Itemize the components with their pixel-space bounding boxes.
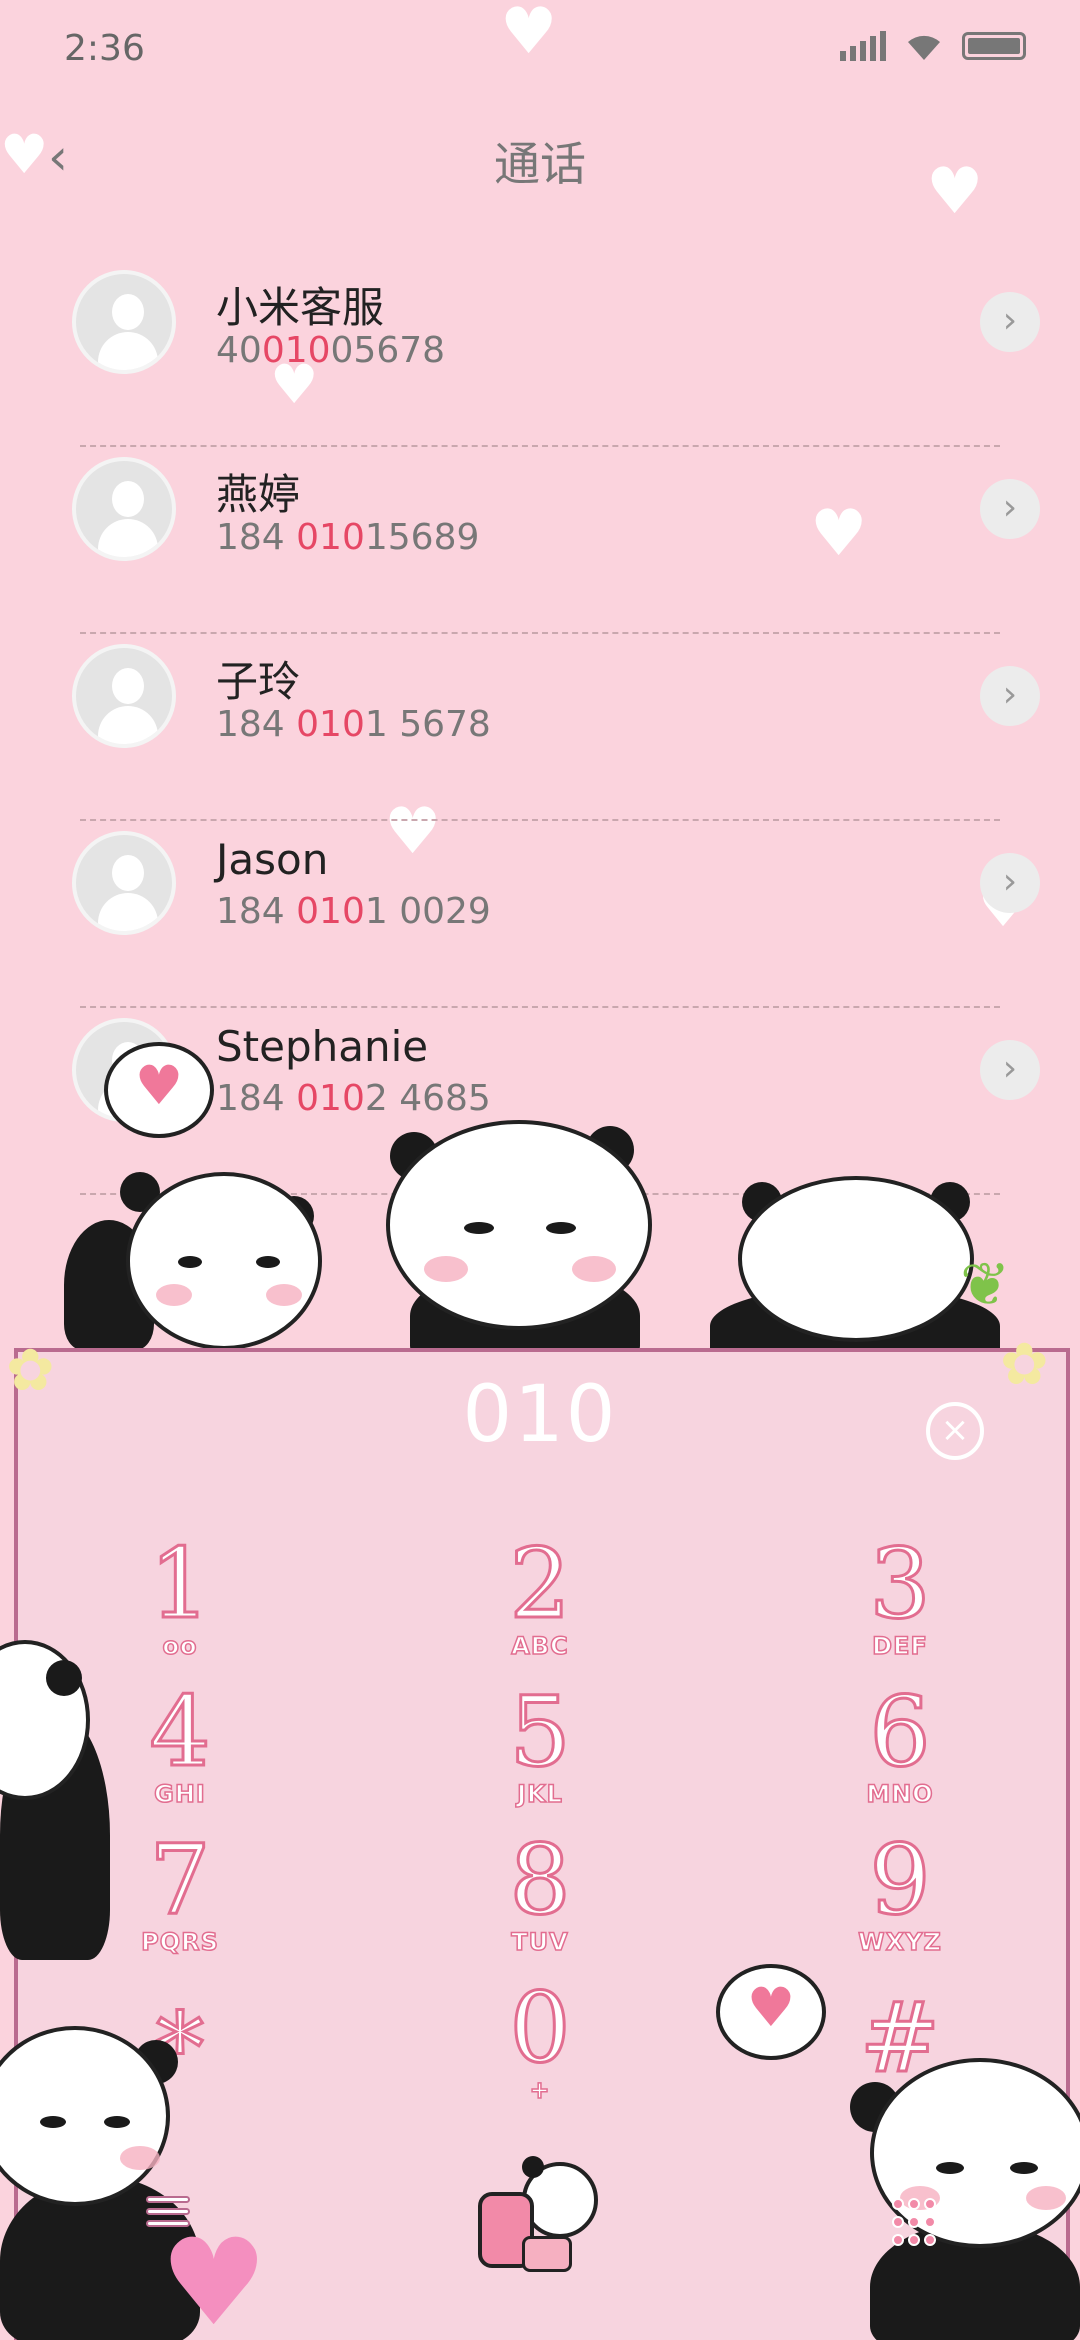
match-highlight: 010: [296, 1078, 365, 1119]
close-circle-icon: ×: [940, 1410, 970, 1450]
contact-name: 子玲: [216, 657, 301, 706]
contact-name: Stephanie: [216, 1022, 429, 1071]
panda-illustration: [850, 2052, 1080, 2340]
heart-speech-bubble: ♥: [716, 1964, 826, 2060]
list-item[interactable]: Jason 184 0101 0029 ›: [0, 821, 1080, 1008]
bamboo-leaves: ❦: [960, 1250, 1011, 1320]
status-icons: [840, 30, 1026, 62]
dial-letters: DEF: [871, 1631, 928, 1661]
call-button[interactable]: [458, 2152, 618, 2282]
panda-phone-call-icon: [478, 2152, 598, 2272]
dial-digit: 8: [508, 1824, 572, 1936]
dial-letters: WXYZ: [857, 1927, 942, 1957]
dial-key-6[interactable]: 6 MNO: [800, 1676, 1000, 1809]
dial-letters: JKL: [516, 1779, 563, 1809]
panda-illustration: [710, 1166, 1000, 1366]
dial-key-3[interactable]: 3 DEF: [800, 1528, 1000, 1661]
panda-illustration: [60, 1160, 330, 1360]
heart-decoration: ♥: [500, 0, 558, 69]
dial-input[interactable]: 010: [0, 1370, 1080, 1460]
page-title: 通话: [494, 137, 586, 191]
match-highlight: 010: [261, 330, 331, 371]
contact-number: 184 01015689: [216, 517, 480, 558]
dial-digit: 3: [868, 1528, 932, 1640]
chevron-right-icon[interactable]: ›: [980, 479, 1040, 539]
wifi-icon: [908, 35, 940, 60]
contact-number: 184 0101 0029: [216, 891, 491, 932]
heart-decoration: ♥: [160, 2214, 268, 2340]
dial-key-2[interactable]: 2 ABC: [440, 1528, 640, 1661]
panda-illustration: [0, 1640, 120, 1980]
chevron-right-icon[interactable]: ›: [980, 666, 1040, 726]
dial-digit: 0: [508, 1972, 572, 2084]
dial-letters: ABC: [511, 1631, 569, 1661]
contact-name: 燕婷: [216, 470, 301, 519]
status-time: 2:36: [64, 28, 145, 69]
avatar: [72, 457, 176, 561]
panda-illustration: [380, 1116, 660, 1366]
header: ‹ 通话: [0, 110, 1080, 200]
list-item[interactable]: 子玲 184 0101 5678 ›: [0, 634, 1080, 821]
contact-number: 184 0102 4685: [216, 1078, 491, 1119]
dial-digit: 2: [508, 1528, 572, 1640]
match-highlight: 010: [296, 517, 365, 558]
match-highlight: 010: [296, 704, 365, 745]
contact-name: 小米客服: [216, 283, 385, 332]
dial-digit: 1: [148, 1528, 212, 1640]
signal-icon: [840, 31, 886, 61]
battery-icon: [962, 32, 1026, 60]
contact-number: 4001005678: [216, 330, 446, 371]
avatar: [72, 831, 176, 935]
dial-digit: 9: [868, 1824, 932, 1936]
avatar: [72, 270, 176, 374]
heart-speech-bubble: ♥: [104, 1042, 214, 1138]
dial-key-5[interactable]: 5 JKL: [440, 1676, 640, 1809]
chevron-right-icon[interactable]: ›: [980, 292, 1040, 352]
dial-key-0[interactable]: 0 +: [440, 1972, 640, 2105]
dial-letters: MNO: [866, 1779, 934, 1809]
dial-key-9[interactable]: 9 WXYZ: [800, 1824, 1000, 1957]
dial-digit: 6: [868, 1676, 932, 1788]
avatar: [72, 644, 176, 748]
list-item[interactable]: 燕婷 184 01015689 ›: [0, 447, 1080, 634]
dial-digit: 5: [508, 1676, 572, 1788]
clear-button[interactable]: ×: [926, 1402, 984, 1460]
contact-number: 184 0101 5678: [216, 704, 491, 745]
keypad-icon[interactable]: [892, 2198, 942, 2248]
contact-name: Jason: [216, 835, 329, 884]
chevron-right-icon[interactable]: ›: [980, 853, 1040, 913]
dial-letters: +: [529, 2075, 551, 2105]
match-highlight: 010: [296, 891, 365, 932]
chevron-right-icon[interactable]: ›: [980, 1040, 1040, 1100]
dial-letters: TUV: [511, 1927, 569, 1957]
list-item[interactable]: 小米客服 4001005678 ›: [0, 260, 1080, 447]
dial-key-8[interactable]: 8 TUV: [440, 1824, 640, 1957]
menu-icon[interactable]: [146, 2196, 190, 2236]
